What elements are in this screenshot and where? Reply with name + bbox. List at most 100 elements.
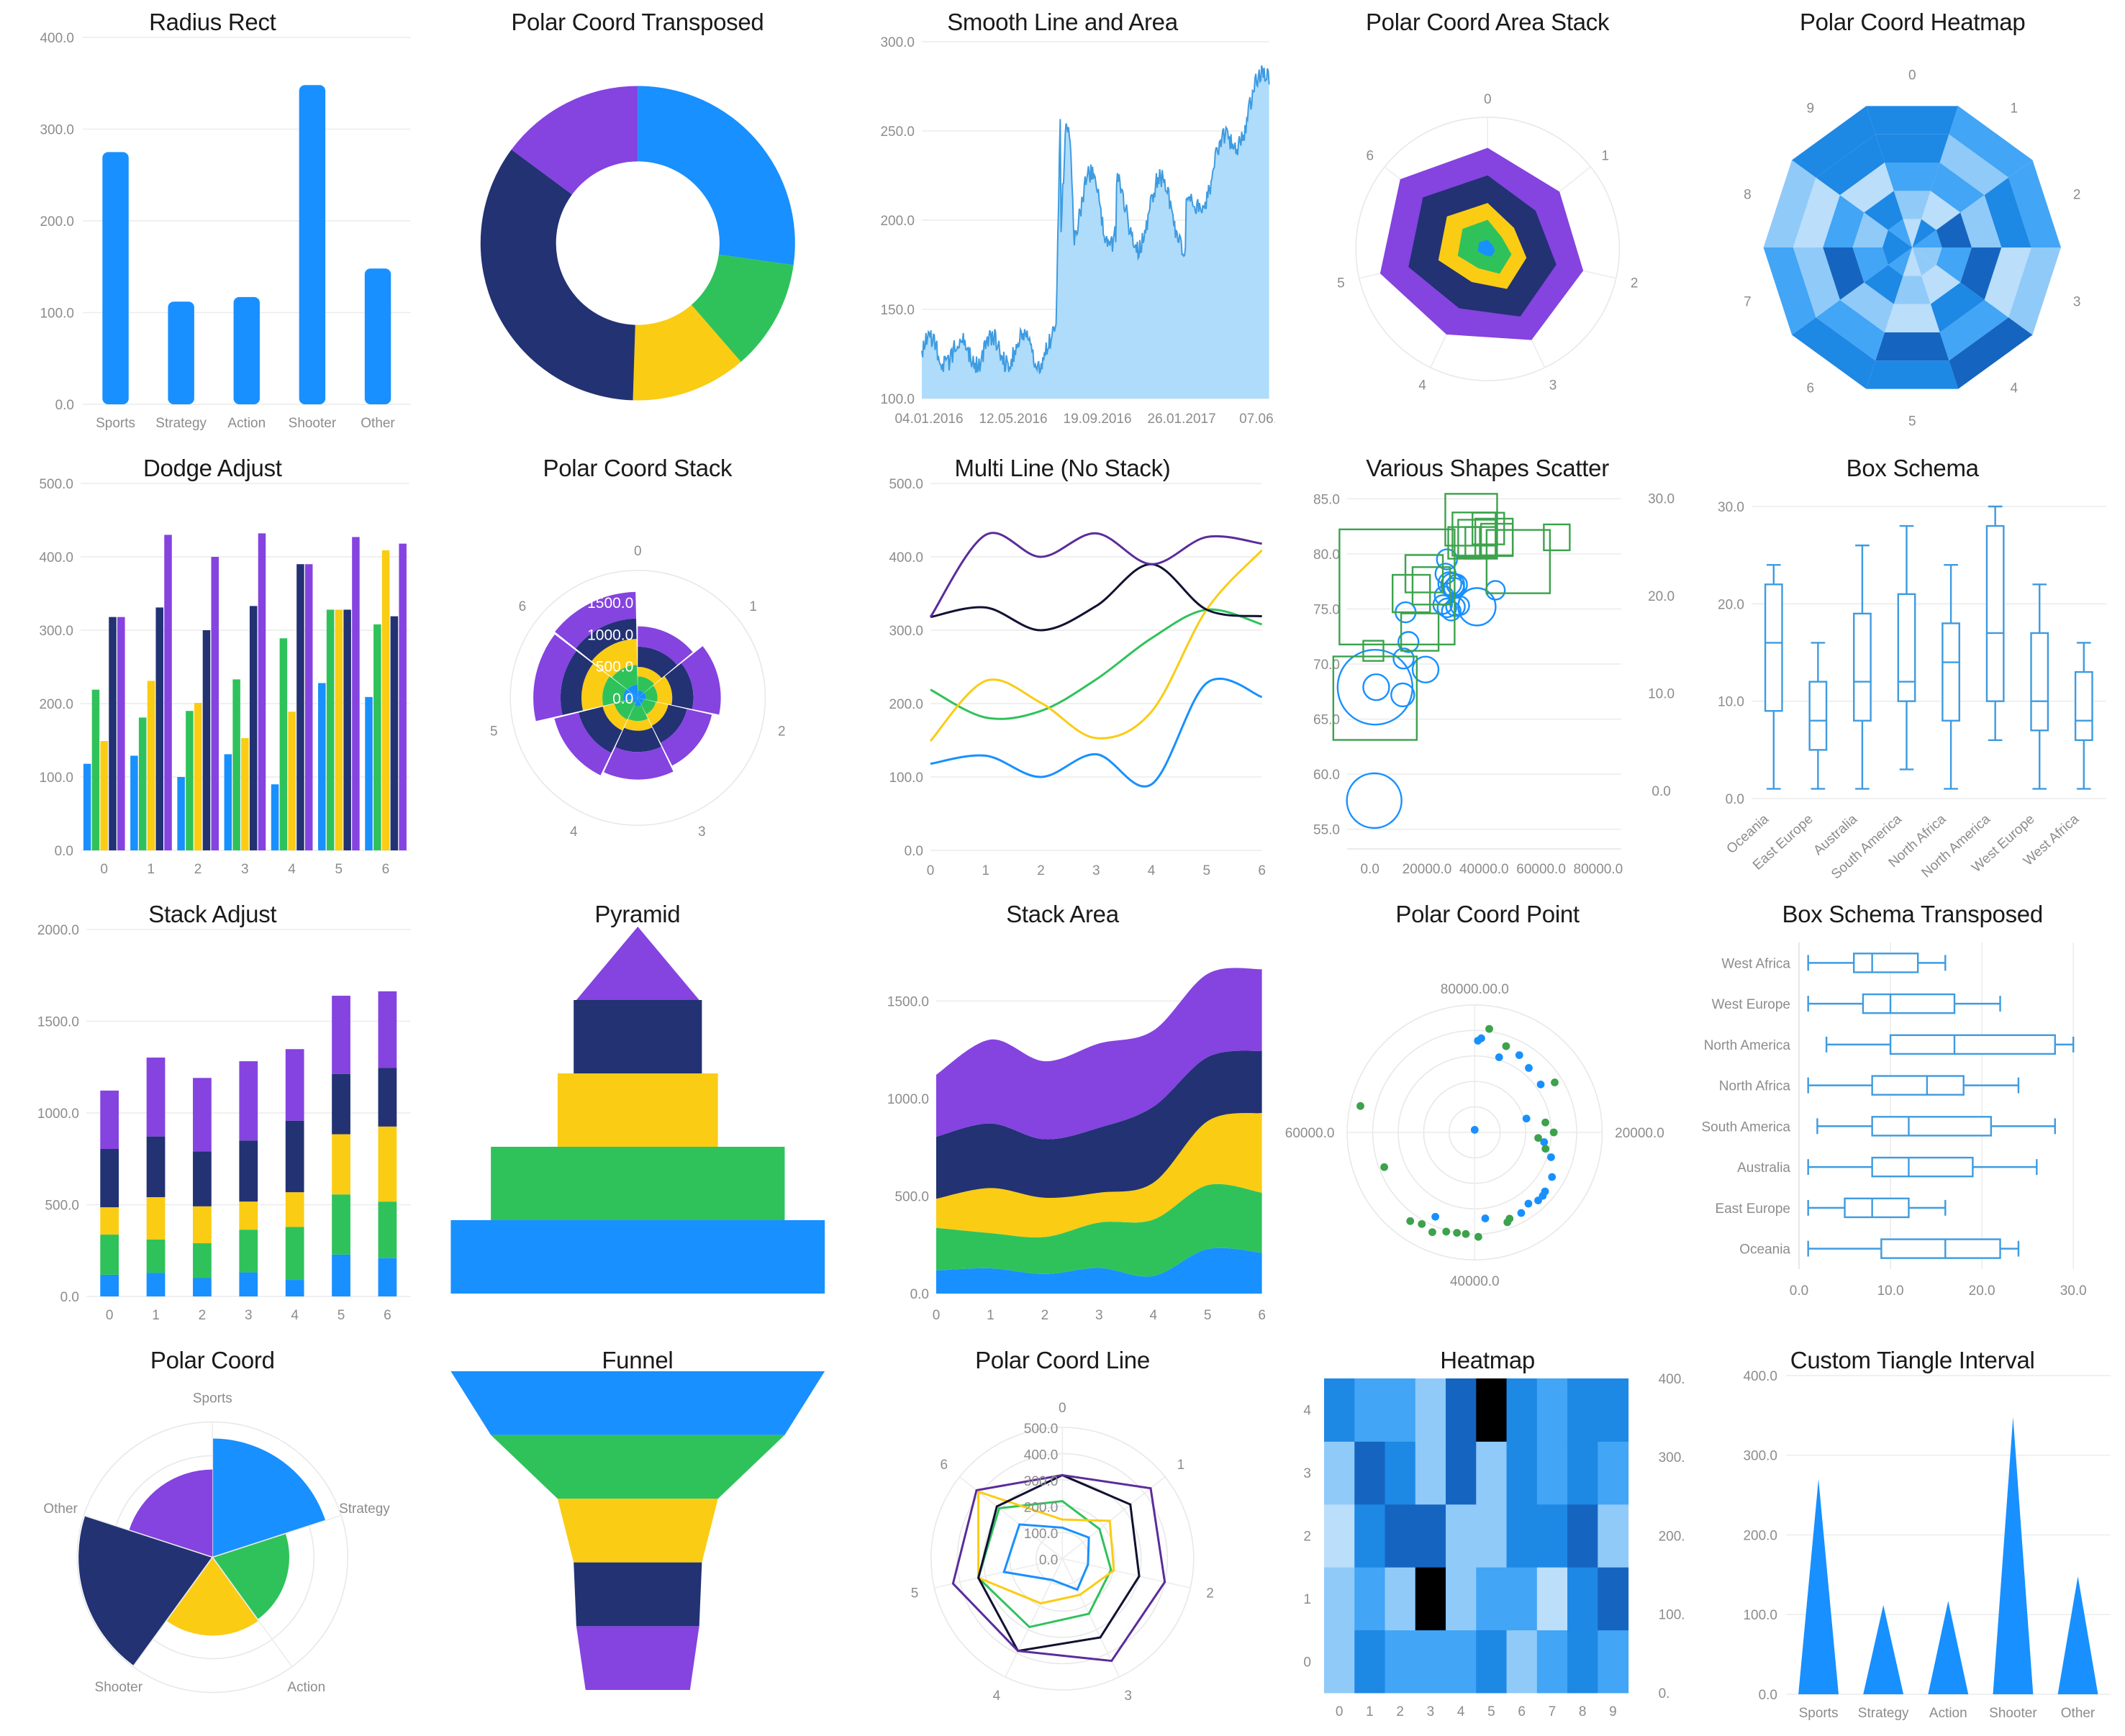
- stacked-bar-segment[interactable]: [100, 1148, 119, 1208]
- heatmap-cell[interactable]: [1536, 1630, 1568, 1694]
- polar-point[interactable]: [1541, 1145, 1549, 1153]
- heatmap-cell[interactable]: [1476, 1441, 1507, 1505]
- polar-point[interactable]: [1536, 1080, 1545, 1089]
- bar[interactable]: [399, 543, 407, 850]
- polar-point[interactable]: [1379, 1163, 1388, 1171]
- polar-point[interactable]: [1515, 1051, 1523, 1059]
- heatmap-cell[interactable]: [1536, 1504, 1568, 1568]
- heatmap-cell[interactable]: [1567, 1441, 1598, 1505]
- polar-point[interactable]: [1550, 1078, 1559, 1086]
- stacked-bar-segment[interactable]: [146, 1239, 166, 1273]
- heatmap-cell[interactable]: [1506, 1378, 1538, 1442]
- heatmap-cell[interactable]: [1445, 1630, 1477, 1694]
- stacked-bar-segment[interactable]: [239, 1230, 258, 1273]
- polar-heat-cell[interactable]: [1875, 134, 1949, 163]
- stacked-bar-segment[interactable]: [239, 1201, 258, 1230]
- heatmap-cell[interactable]: [1445, 1504, 1477, 1568]
- chart-cell-custom-tiangle-interval[interactable]: Custom Tiangle Interval 0.0 100.0 200.0 300.…: [1700, 1338, 2125, 1736]
- scatter-square[interactable]: [1338, 528, 1456, 646]
- bar[interactable]: [365, 696, 373, 850]
- polar-point[interactable]: [1549, 1128, 1558, 1137]
- bar[interactable]: [279, 638, 288, 850]
- stacked-bar-segment[interactable]: [100, 1090, 119, 1149]
- heatmap-cell[interactable]: [1598, 1504, 1628, 1568]
- heatmap-cell[interactable]: [1567, 1378, 1598, 1442]
- stacked-bar-segment[interactable]: [332, 1254, 350, 1296]
- bar[interactable]: [168, 301, 194, 404]
- funnel-segment[interactable]: [557, 1073, 718, 1147]
- chart-cell-polar-coord-area-stack[interactable]: Polar Coord Area Stack 0 1 2 3 4 5 6: [1275, 0, 1700, 446]
- stacked-bar-segment[interactable]: [193, 1278, 212, 1297]
- heatmap-cell[interactable]: [1354, 1504, 1385, 1568]
- chart-cell-polar-coord-point[interactable]: Polar Coord Point 80000.00.0 20000.0 40000.…: [1275, 892, 1700, 1338]
- pie-slice[interactable]: [480, 149, 635, 401]
- heatmap-cell[interactable]: [1598, 1630, 1628, 1694]
- bar[interactable]: [364, 268, 391, 404]
- chart-cell-smooth-line-and-area[interactable]: Smooth Line and Area 100.0 150.0 200.0 250.0…: [850, 0, 1275, 446]
- heatmap-cell[interactable]: [1476, 1567, 1507, 1631]
- heatmap-cell[interactable]: [1323, 1567, 1355, 1631]
- heatmap-cell[interactable]: [1385, 1567, 1416, 1631]
- bar[interactable]: [130, 755, 138, 850]
- polar-heat-cell[interactable]: [1866, 360, 1959, 389]
- polar-point[interactable]: [1485, 1024, 1493, 1033]
- funnel-segment[interactable]: [557, 1499, 718, 1563]
- line-series[interactable]: [930, 549, 1263, 742]
- polar-heat-cell[interactable]: [1885, 304, 1941, 332]
- stacked-bar-segment[interactable]: [193, 1243, 212, 1278]
- bar-triangle[interactable]: [1863, 1604, 1904, 1694]
- stacked-bar-segment[interactable]: [378, 991, 397, 1068]
- heatmap-cell[interactable]: [1476, 1504, 1507, 1568]
- bar[interactable]: [390, 616, 399, 850]
- stacked-bar-segment[interactable]: [285, 1280, 304, 1296]
- bar[interactable]: [304, 564, 313, 850]
- funnel-segment[interactable]: [576, 1626, 699, 1690]
- bar[interactable]: [155, 607, 164, 850]
- heatmap-cell[interactable]: [1506, 1630, 1538, 1694]
- heatmap-cell[interactable]: [1476, 1378, 1507, 1442]
- bar-triangle[interactable]: [1798, 1478, 1839, 1694]
- bar[interactable]: [299, 85, 326, 405]
- polar-point[interactable]: [1406, 1217, 1414, 1225]
- chart-cell-polar-coord-line[interactable]: Polar Coord Line 0 1 2 3 4 5 6 0.0 100.0 200.0 300.…: [850, 1338, 1275, 1736]
- chart-cell-funnel[interactable]: Funnel: [425, 1338, 851, 1736]
- stacked-bar-segment[interactable]: [193, 1206, 212, 1244]
- bar[interactable]: [373, 624, 381, 850]
- bar[interactable]: [117, 617, 125, 850]
- heatmap-cell[interactable]: [1415, 1567, 1446, 1631]
- scatter-circle[interactable]: [1346, 772, 1403, 830]
- stacked-bar-segment[interactable]: [378, 1258, 397, 1296]
- polar-point[interactable]: [1474, 1232, 1482, 1241]
- heatmap-cell[interactable]: [1323, 1504, 1355, 1568]
- chart-cell-box-schema-transposed[interactable]: Box Schema Transposed 0.0 10.0 20.0 30.0 West…: [1700, 892, 2125, 1338]
- heatmap-cell[interactable]: [1415, 1504, 1446, 1568]
- heatmap-cell[interactable]: [1567, 1630, 1598, 1694]
- heatmap-cell[interactable]: [1415, 1441, 1446, 1505]
- bar[interactable]: [147, 681, 155, 850]
- stacked-bar-segment[interactable]: [378, 1068, 397, 1127]
- polar-point[interactable]: [1522, 1114, 1531, 1123]
- heatmap-cell[interactable]: [1536, 1441, 1568, 1505]
- stacked-bar-segment[interactable]: [332, 1134, 350, 1195]
- chart-cell-polar-coord-transposed[interactable]: Polar Coord Transposed: [425, 0, 851, 446]
- stacked-bar-segment[interactable]: [285, 1049, 304, 1121]
- heatmap-cell[interactable]: [1354, 1378, 1385, 1442]
- polar-point[interactable]: [1524, 1064, 1533, 1072]
- stacked-bar-segment[interactable]: [146, 1197, 166, 1240]
- bar[interactable]: [164, 535, 172, 850]
- bar[interactable]: [211, 557, 219, 850]
- polar-point[interactable]: [1474, 1037, 1482, 1045]
- scatter-square[interactable]: [1542, 523, 1571, 552]
- heatmap-cell[interactable]: [1323, 1441, 1355, 1505]
- polar-point[interactable]: [1502, 1042, 1510, 1050]
- scatter-square[interactable]: [1456, 519, 1497, 558]
- heatmap-cell[interactable]: [1445, 1441, 1477, 1505]
- polar-point[interactable]: [1428, 1228, 1436, 1237]
- heatmap-cell[interactable]: [1506, 1504, 1538, 1568]
- funnel-segment[interactable]: [573, 1000, 702, 1073]
- stacked-bar-segment[interactable]: [378, 1201, 397, 1258]
- box-body[interactable]: [1844, 1197, 1911, 1219]
- heatmap-cell[interactable]: [1598, 1567, 1628, 1631]
- chart-cell-various-shapes-scatter[interactable]: Various Shapes Scatter 55.0 60.0 65.0 70.0 75…: [1275, 446, 1700, 892]
- box-body[interactable]: [1986, 524, 2005, 702]
